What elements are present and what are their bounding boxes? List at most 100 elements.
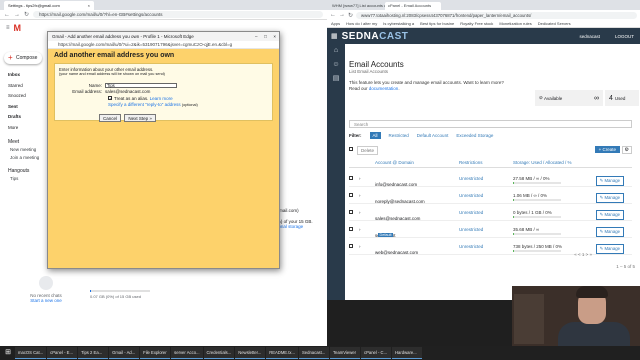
maximize-icon[interactable]: □ bbox=[264, 32, 267, 41]
storage-usage: 35.68 MB / ∞ bbox=[513, 227, 540, 232]
reply-to-link[interactable]: Specify a different "reply-to" address bbox=[108, 102, 181, 107]
reload-icon[interactable]: ↻ bbox=[24, 11, 29, 18]
start-chat-link[interactable]: Start a new one bbox=[26, 298, 66, 303]
bookmark[interactable]: How do I alter my bbox=[346, 21, 377, 26]
delete-button[interactable]: Delete bbox=[357, 146, 379, 155]
row-checkbox[interactable] bbox=[349, 176, 353, 180]
search-input[interactable]: Search bbox=[349, 120, 632, 128]
bookmark[interactable]: Is cyberstalking a bbox=[383, 21, 414, 26]
tab-gmail-settings[interactable]: Settings - tips2fx@gmail.com × bbox=[4, 1, 94, 10]
join-meeting-link[interactable]: Join a meeting bbox=[0, 154, 46, 162]
taskbar-item[interactable]: Gmail - Ad... bbox=[109, 347, 140, 359]
bookmark[interactable]: Monetization rules bbox=[499, 21, 531, 26]
new-meeting-link[interactable]: New meeting bbox=[0, 146, 46, 154]
col-account[interactable]: Account @ Domain bbox=[375, 160, 414, 165]
expand-icon[interactable]: › bbox=[359, 227, 361, 232]
alias-checkbox[interactable]: ✓ bbox=[108, 96, 112, 101]
grid-menu-icon[interactable]: ▦ bbox=[331, 32, 338, 40]
gmail-logo[interactable]: M bbox=[14, 23, 22, 33]
url-input[interactable]: https://mail.google.com/mail/u/0/?hl=en-… bbox=[33, 11, 323, 18]
taskbar-item[interactable]: TeamViewer bbox=[330, 347, 361, 359]
row-checkbox[interactable] bbox=[349, 227, 353, 231]
stats-icon[interactable]: ▤ bbox=[327, 72, 345, 86]
col-restrictions[interactable]: Restrictions bbox=[459, 160, 483, 165]
reload-icon[interactable]: ↻ bbox=[348, 12, 353, 19]
back-icon[interactable]: ← bbox=[4, 12, 10, 18]
sidebar-item-snoozed[interactable]: Snoozed bbox=[0, 91, 46, 102]
user-menu[interactable]: sednacast bbox=[579, 34, 600, 39]
row-checkbox[interactable] bbox=[349, 210, 353, 214]
expand-icon[interactable]: › bbox=[359, 176, 361, 181]
tab-whm[interactable]: WHM [www77] List accounts wit bbox=[329, 2, 385, 10]
taskbar-item[interactable]: File Explorer bbox=[140, 347, 171, 359]
documentation-link[interactable]: documentation bbox=[369, 86, 399, 91]
pager[interactable]: « < 1 > » bbox=[349, 252, 632, 257]
email-field[interactable]: sales@sednacast.com bbox=[105, 89, 150, 94]
row-checkbox[interactable] bbox=[349, 193, 353, 197]
restriction-status: Unrestricted bbox=[459, 176, 484, 181]
sidebar-item-drafts[interactable]: Drafts bbox=[0, 112, 46, 123]
gmail-sidebar: Compose Inbox Starred Snoozed Sent Draft… bbox=[0, 48, 46, 183]
taskbar-item[interactable]: Credentials... bbox=[203, 347, 235, 359]
name-input[interactable]: Tips bbox=[105, 82, 177, 88]
home-icon[interactable]: ⌂ bbox=[327, 44, 345, 58]
taskbar-item[interactable]: Sednacast... bbox=[299, 347, 330, 359]
manage-button[interactable]: ✎ Manage bbox=[595, 193, 624, 203]
filter-exceeded[interactable]: Exceeded Storage bbox=[456, 133, 493, 138]
forward-icon[interactable]: → bbox=[14, 12, 20, 18]
sidebar-item-more[interactable]: More bbox=[0, 123, 46, 134]
close-tab-icon[interactable]: × bbox=[88, 1, 90, 10]
hangouts-user[interactable]: Tips bbox=[0, 175, 46, 183]
filter-all[interactable]: All bbox=[369, 132, 381, 139]
logout-button[interactable]: LOGOUT bbox=[615, 34, 634, 39]
sednacast-logo[interactable]: SEDNACAST bbox=[342, 31, 409, 42]
gear-icon[interactable]: ⚙ bbox=[621, 146, 632, 154]
taskbar-item[interactable]: Tips 2 Ea... bbox=[78, 347, 109, 359]
bookmark-apps[interactable]: Apps bbox=[331, 21, 340, 26]
bookmark[interactable]: Best tips for busine bbox=[420, 21, 454, 26]
cpanel-browser-window: WHM [www77] List accounts wit cPanel - E… bbox=[327, 0, 640, 300]
manage-button[interactable]: ✎ Manage bbox=[595, 227, 624, 237]
usage-bar bbox=[513, 233, 561, 235]
filter-restricted[interactable]: Restricted bbox=[389, 133, 409, 138]
close-icon[interactable]: × bbox=[273, 32, 276, 41]
taskbar-item[interactable]: README.tx... bbox=[266, 347, 299, 359]
taskbar-item[interactable]: Newsletter... bbox=[235, 347, 266, 359]
sidebar-item-inbox[interactable]: Inbox bbox=[0, 70, 46, 81]
sidebar-item-starred[interactable]: Starred bbox=[0, 81, 46, 92]
taskbar-item[interactable]: macOS Cat... bbox=[15, 347, 47, 359]
users-icon[interactable]: ☺ bbox=[327, 58, 345, 72]
manage-button[interactable]: ✎ Manage bbox=[595, 176, 624, 186]
learn-more-link[interactable]: Learn more bbox=[150, 96, 173, 101]
compose-button[interactable]: Compose bbox=[4, 52, 42, 64]
taskbar-item[interactable]: cPanel - E... bbox=[47, 347, 78, 359]
next-step-button[interactable]: Next Step » bbox=[124, 114, 156, 122]
select-all-checkbox[interactable] bbox=[349, 147, 353, 151]
tab-cpanel-email[interactable]: cPanel - Email Accounts bbox=[385, 2, 441, 10]
start-icon[interactable]: ⊞ bbox=[2, 347, 14, 359]
col-storage[interactable]: Storage: Used / Allocated / % bbox=[513, 160, 572, 165]
menu-icon[interactable]: ≡ bbox=[6, 25, 10, 31]
taskbar-item[interactable]: Hardware... bbox=[392, 347, 423, 359]
storage-usage: 0 bytes / 1 GB / 0% bbox=[513, 210, 552, 215]
sednacast-header: ▦ SEDNACAST sednacast LOGOUT bbox=[327, 28, 640, 44]
available-label: Available bbox=[544, 95, 563, 101]
bookmark[interactable]: Royalty Free stock bbox=[460, 21, 493, 26]
minimize-icon[interactable]: – bbox=[255, 32, 258, 41]
manage-button[interactable]: ✎ Manage bbox=[595, 210, 624, 220]
sidebar-item-sent[interactable]: Sent bbox=[0, 102, 46, 113]
taskbar-item[interactable]: cPanel - C... bbox=[361, 347, 392, 359]
filter-default[interactable]: Default Account bbox=[417, 133, 449, 138]
forward-icon[interactable]: → bbox=[339, 12, 345, 18]
url-input[interactable]: www77.totaaihosting.nl:2083/cpsess443707… bbox=[356, 11, 637, 19]
back-icon[interactable]: ← bbox=[330, 12, 336, 18]
create-button[interactable]: + Create bbox=[594, 146, 620, 153]
cancel-button[interactable]: Cancel bbox=[99, 114, 122, 122]
bookmark[interactable]: Dedicated Servers bbox=[538, 21, 571, 26]
expand-icon[interactable]: › bbox=[359, 244, 361, 249]
taskbar-item[interactable]: server Acco... bbox=[171, 347, 203, 359]
expand-icon[interactable]: › bbox=[359, 193, 361, 198]
row-checkbox[interactable] bbox=[349, 244, 353, 248]
expand-icon[interactable]: › bbox=[359, 210, 361, 215]
email-accounts-main: Email Accounts List Email Accounts This … bbox=[349, 60, 639, 269]
